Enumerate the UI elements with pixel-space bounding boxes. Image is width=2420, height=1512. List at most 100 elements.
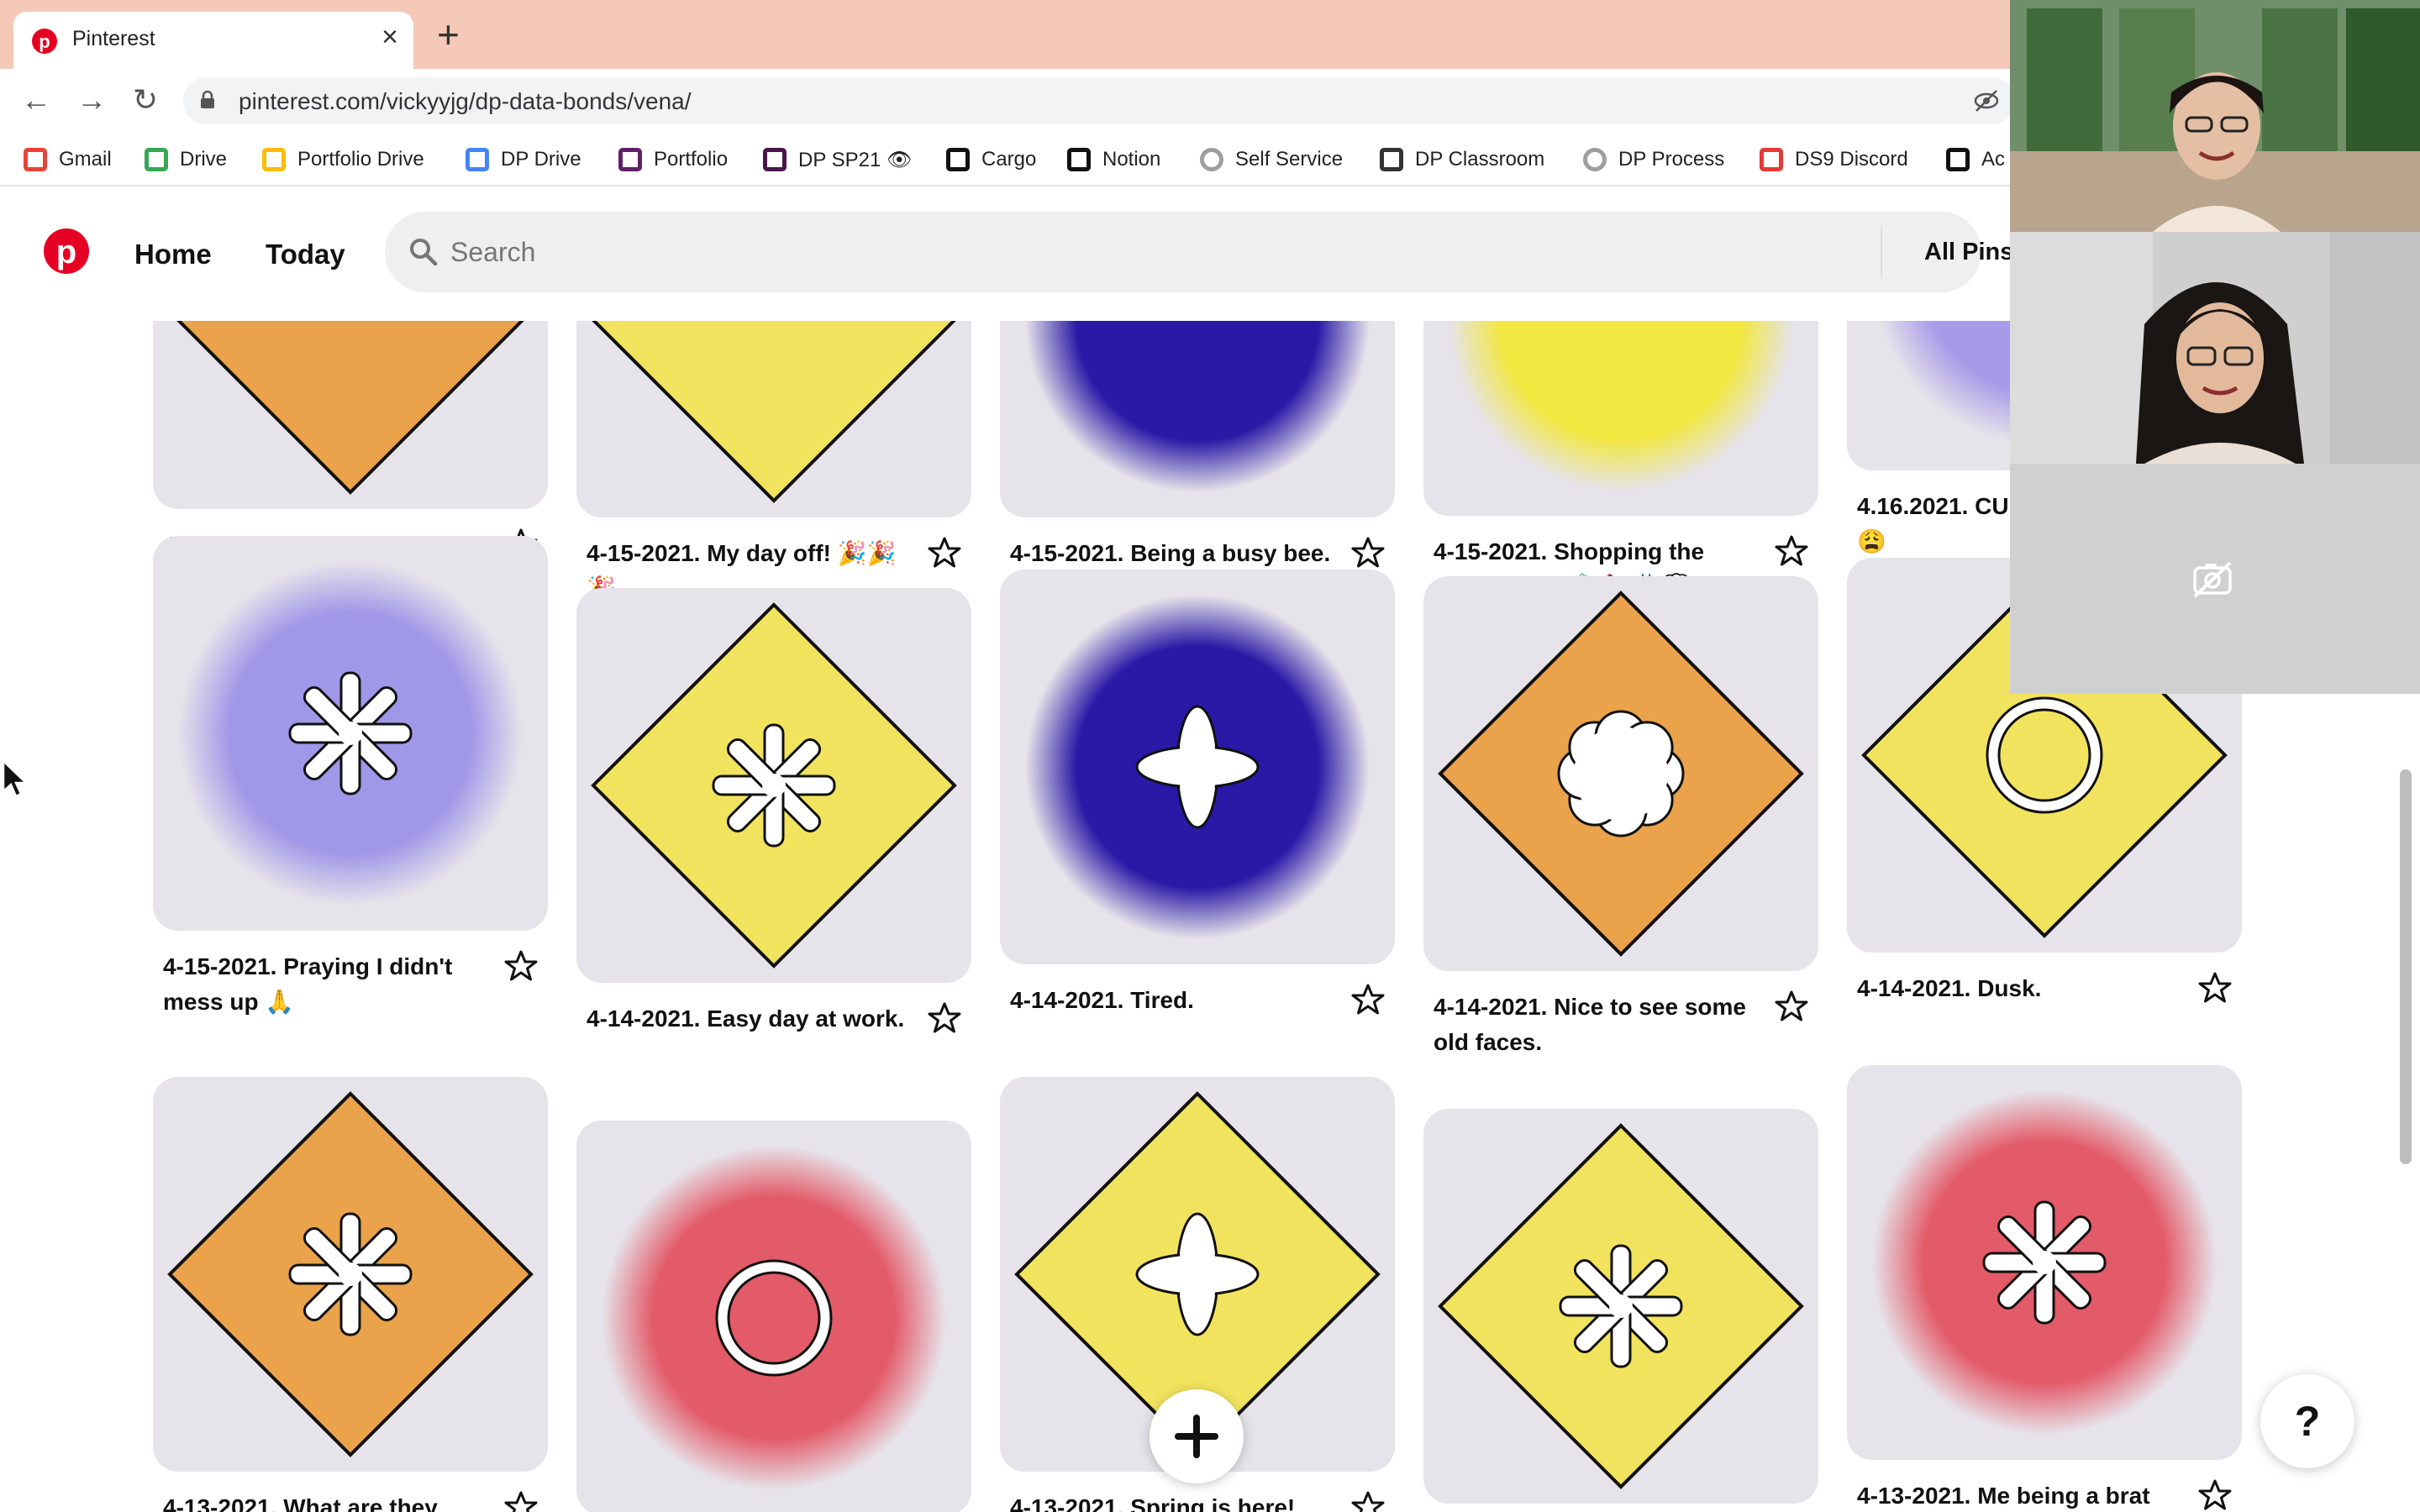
pin-image[interactable] [1423, 321, 1818, 516]
pin-caption: 4-14-2021. Nice to see some old faces. [1434, 994, 1746, 1055]
search-icon [410, 239, 438, 266]
star-icon[interactable] [1351, 1490, 1385, 1512]
drive-icon [145, 148, 168, 171]
star-icon[interactable] [1351, 536, 1385, 570]
pin-caption: 4-13-2021. What are they [163, 1494, 438, 1512]
forward-icon[interactable]: → [72, 81, 111, 119]
bookmark-item[interactable]: DP Process [1583, 144, 1724, 175]
star-icon[interactable] [504, 949, 538, 983]
bookmark-item[interactable]: Cargo [946, 144, 1036, 175]
pin-card[interactable]: 4-15-2021. Shopping the stress away 🛍️👠👗… [1423, 321, 1818, 605]
plus-icon [1175, 1415, 1218, 1458]
bookmark-item[interactable]: Portfolio Drive [262, 144, 424, 175]
pin-caption-row: 4-13-2021. Me being a brat [1847, 1478, 2242, 1512]
bookmark-item[interactable]: Notion [1067, 144, 1160, 175]
slack-icon [763, 148, 786, 171]
globe-icon [1200, 148, 1223, 171]
pin-caption-row: 4-14-2021. Easy day at work. [576, 1001, 971, 1037]
star-icon[interactable] [2198, 971, 2232, 1005]
pin-caption: 4-15-2021. Praying I didn't mess up 🙏 [163, 953, 453, 1015]
pin-caption: 4-14-2021. Easy day at work. [587, 1005, 905, 1032]
add-pin-button[interactable] [1150, 1389, 1244, 1483]
bookmark-label: DP Drive [501, 148, 581, 171]
pin-image[interactable] [153, 1077, 548, 1472]
pin-image[interactable] [1423, 1109, 1818, 1504]
participant-video-2 [2010, 232, 2420, 464]
pin-card[interactable]: 4-14-2021. Easy day at work. [576, 588, 971, 1037]
bookmark-item[interactable]: Ac [1946, 144, 2005, 175]
search-bar[interactable]: Search All Pins [385, 212, 2013, 292]
bookmark-label: Notion [1102, 148, 1161, 171]
nav-home[interactable]: Home [134, 239, 212, 270]
bookmark-label: Drive [180, 148, 228, 171]
browser-tab[interactable]: p Pinterest × [13, 12, 413, 69]
pin-caption-row: 4-15-2021. Praying I didn't mess up 🙏 [153, 949, 548, 1020]
reload-icon[interactable]: ↻ [126, 81, 165, 119]
pin-card[interactable] [1423, 1109, 1818, 1504]
pinterest-logo-icon[interactable]: p [44, 228, 89, 274]
pin-card[interactable]: 4-15-2021. Praying I didn't mess up 🙏 [153, 536, 548, 1020]
pin-image[interactable] [1000, 570, 1395, 964]
pin-caption-row: 4-13-2021. What are they [153, 1490, 548, 1512]
pin-card[interactable]: 4-15-2021. Being a busy bee. [1000, 321, 1395, 571]
bookmark-label: Cargo [981, 148, 1037, 171]
star-icon[interactable] [2198, 1478, 2232, 1512]
bookmark-label: Gmail [59, 148, 112, 171]
pin-card[interactable]: 4-14-2021. Tired. [1000, 570, 1395, 1018]
pin-image[interactable] [1847, 1065, 2242, 1460]
star-icon[interactable] [928, 536, 961, 570]
bookmark-item[interactable]: DS9 Discord [1760, 144, 1908, 175]
pin-caption: 4-15-2021. Being a busy bee. [1010, 540, 1331, 566]
bookmark-label: Portfolio Drive [297, 148, 424, 171]
notion-icon [1067, 148, 1091, 171]
pin-image[interactable] [153, 321, 548, 509]
bookmark-item[interactable]: Portfolio [618, 144, 728, 175]
pin-card[interactable]: 4-13-2021. What are they [153, 1077, 548, 1512]
bookmark-item[interactable]: DP SP21 👁 [763, 144, 912, 175]
new-tab-icon[interactable]: + [437, 15, 460, 54]
camera-off-icon [2193, 561, 2232, 598]
pin-image[interactable] [576, 321, 971, 517]
help-button[interactable]: ? [2260, 1374, 2354, 1468]
pin-image[interactable] [153, 536, 548, 931]
star-icon[interactable] [928, 1001, 961, 1035]
pin-image[interactable] [1423, 576, 1818, 971]
slack-icon [618, 148, 642, 171]
tab-close-icon[interactable]: × [381, 22, 398, 52]
bookmark-item[interactable]: Drive [145, 144, 227, 175]
bookmark-item[interactable]: DP Classroom [1380, 144, 1544, 175]
pf-icon [1946, 148, 1970, 171]
pin-card[interactable]: 4-13-2021. Me being a brat [1847, 1065, 2242, 1512]
pin-card[interactable]: 4-15-2021. My day off! 🎉🎉🎉 [576, 321, 971, 606]
discord-icon [1760, 148, 1783, 171]
pin-card[interactable] [576, 1121, 971, 1512]
pin-card[interactable]: 4.16.2021. It's snowing! [153, 321, 548, 563]
search-filter-dropdown[interactable]: All Pins [1924, 239, 2013, 266]
pinterest-favicon-icon: p [32, 29, 57, 54]
star-icon[interactable] [1775, 990, 1808, 1023]
pin-image[interactable] [576, 588, 971, 983]
star-icon[interactable] [1775, 534, 1808, 568]
back-icon[interactable]: ← [17, 81, 55, 119]
bookmark-item[interactable]: Self Service [1200, 144, 1343, 175]
globe-icon [1583, 148, 1607, 171]
bookmark-label: DP SP21 👁 [798, 148, 913, 171]
mouse-cursor-icon [2, 759, 29, 798]
pin-caption: 4-13-2021. Me being a brat [1857, 1483, 2150, 1509]
bookmark-label: DP Process [1618, 148, 1725, 171]
nav-today[interactable]: Today [266, 239, 345, 270]
video-call-panel [2010, 0, 2420, 694]
tab-title: Pinterest [72, 27, 155, 50]
scrollbar-thumb[interactable] [2400, 769, 2412, 1164]
pin-card[interactable]: 4-14-2021. Nice to see some old faces. [1423, 576, 1818, 1060]
bookmark-item[interactable]: Gmail [24, 144, 112, 175]
address-bar[interactable]: pinterest.com/vickyyjg/dp-data-bonds/ven… [183, 77, 2015, 124]
search-divider [1881, 225, 1882, 279]
bookmark-item[interactable]: DP Drive [466, 144, 581, 175]
star-icon[interactable] [504, 1490, 538, 1512]
eye-off-icon[interactable] [1973, 89, 2000, 113]
pin-image[interactable] [576, 1121, 971, 1512]
search-input[interactable]: Search [450, 237, 535, 268]
star-icon[interactable] [1351, 983, 1385, 1016]
pin-image[interactable] [1000, 321, 1395, 517]
